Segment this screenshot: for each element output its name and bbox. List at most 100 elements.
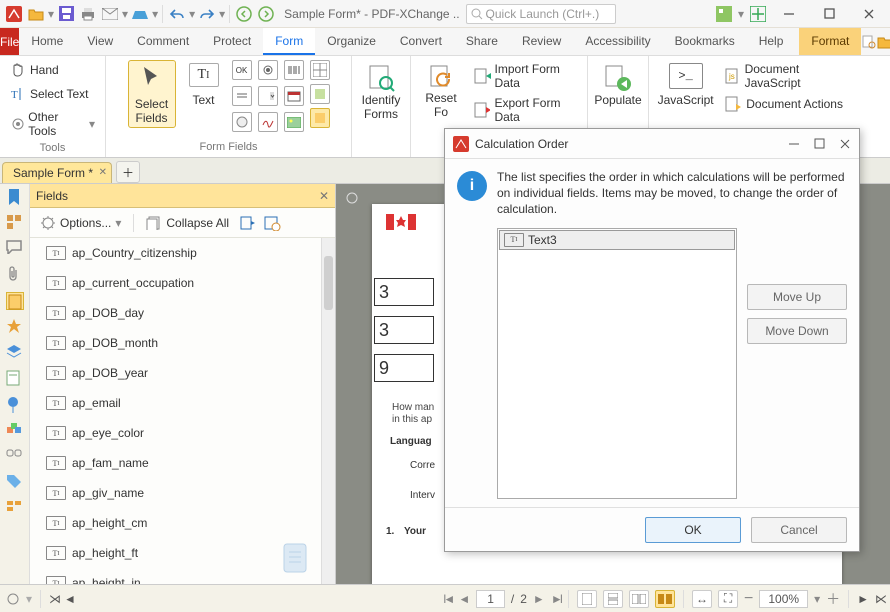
move-up-button[interactable]: Move Up xyxy=(747,284,847,310)
button-field-icon[interactable] xyxy=(232,112,252,132)
comments-panel-icon[interactable] xyxy=(6,240,24,258)
close-button[interactable] xyxy=(852,2,886,26)
list-item[interactable]: TIap_height_cm xyxy=(30,508,335,538)
minimize-button[interactable] xyxy=(772,2,806,26)
3d-panel-icon[interactable] xyxy=(6,422,24,440)
minimize-button[interactable] xyxy=(788,138,800,150)
radio-field-icon[interactable] xyxy=(258,60,278,80)
fit-page-icon[interactable]: ⛶ xyxy=(718,590,738,608)
export-form-data[interactable]: Export Form Data xyxy=(469,94,581,126)
list-item[interactable]: TIap_DOB_year xyxy=(30,358,335,388)
tab-form[interactable]: Form xyxy=(263,28,315,55)
dropdown-field-icon[interactable] xyxy=(258,86,278,106)
text-field-button[interactable]: TI Text xyxy=(180,60,228,110)
close-button[interactable] xyxy=(839,138,851,150)
tags-panel-icon[interactable] xyxy=(6,474,24,492)
file-tab[interactable]: File xyxy=(0,28,19,55)
new-tab-button[interactable]: ＋ xyxy=(116,161,140,183)
content-panel-icon[interactable] xyxy=(6,370,24,388)
date-field-icon[interactable] xyxy=(284,86,304,106)
other-tools[interactable]: Other Tools▾ xyxy=(6,108,99,140)
tab-home[interactable]: Home xyxy=(19,28,75,55)
redo-icon[interactable] xyxy=(197,4,217,24)
status-last-icon[interactable]: ⋉ xyxy=(875,592,884,606)
tab-review[interactable]: Review xyxy=(510,28,573,55)
maximize-button[interactable] xyxy=(814,138,825,150)
status-first-icon[interactable]: ⋊ xyxy=(49,592,58,606)
maximize-button[interactable] xyxy=(812,2,846,26)
import-form-data[interactable]: Import Form Data xyxy=(469,60,581,92)
calc-order-list[interactable]: TI Text3 xyxy=(497,228,737,499)
close-icon[interactable]: ✕ xyxy=(319,189,329,203)
options-icon[interactable] xyxy=(344,190,360,206)
list-item[interactable]: TIap_current_occupation xyxy=(30,268,335,298)
scrollbar[interactable] xyxy=(321,238,335,584)
undo-icon[interactable] xyxy=(167,4,187,24)
highlight-fields-icon[interactable] xyxy=(310,84,330,104)
zoom-out-icon[interactable]: − xyxy=(744,590,753,608)
ok-button[interactable]: OK xyxy=(645,517,741,543)
layout-twocont-icon[interactable] xyxy=(655,590,675,608)
list-field-icon[interactable] xyxy=(232,86,252,106)
document-tab[interactable]: Sample Form * ✕ xyxy=(2,162,112,183)
fields-panel-icon[interactable] xyxy=(6,292,24,310)
layout-single-icon[interactable] xyxy=(577,590,597,608)
layout-cont-icon[interactable] xyxy=(603,590,623,608)
cancel-button[interactable]: Cancel xyxy=(751,517,847,543)
close-icon[interactable]: ✕ xyxy=(99,167,107,178)
tab-comment[interactable]: Comment xyxy=(125,28,201,55)
form-value-2[interactable]: 3 xyxy=(374,316,434,344)
collapse-all[interactable]: Collapse All xyxy=(142,214,233,232)
page-first-icon[interactable]: I◄ xyxy=(443,592,452,606)
links-panel-icon[interactable] xyxy=(6,448,24,466)
image-field-icon[interactable] xyxy=(284,112,304,132)
attachments-panel-icon[interactable] xyxy=(6,266,24,284)
layout-two-icon[interactable] xyxy=(629,590,649,608)
list-item[interactable]: TIap_giv_name xyxy=(30,478,335,508)
checkbox-field-icon[interactable]: OK xyxy=(232,60,252,80)
list-item[interactable]: TIap_email xyxy=(30,388,335,418)
grid-settings-icon[interactable] xyxy=(310,60,330,80)
page-current[interactable]: 1 xyxy=(476,590,505,608)
barcode-field-icon[interactable] xyxy=(284,60,304,80)
print-icon[interactable] xyxy=(78,4,98,24)
options-icon[interactable] xyxy=(6,592,20,606)
find-icon[interactable] xyxy=(861,28,877,55)
fields-tool-2[interactable] xyxy=(263,215,281,231)
move-down-button[interactable]: Move Down xyxy=(747,318,847,344)
list-item[interactable]: TIap_DOB_month xyxy=(30,328,335,358)
layers-panel-icon[interactable] xyxy=(6,344,24,362)
more-panel-icon[interactable] xyxy=(6,500,24,518)
mail-icon[interactable] xyxy=(100,4,120,24)
destinations-panel-icon[interactable] xyxy=(6,396,24,414)
reset-form-button[interactable]: ResetFo xyxy=(417,60,465,122)
document-javascript[interactable]: jsDocument JavaScript xyxy=(720,60,852,92)
status-prev-icon[interactable]: ◄ xyxy=(64,592,76,606)
page-next-icon[interactable]: ► xyxy=(533,592,545,606)
select-text-tool[interactable]: TSelect Text xyxy=(6,84,92,104)
list-item[interactable]: TIap_eye_color xyxy=(30,418,335,448)
tab-view[interactable]: View xyxy=(75,28,125,55)
tab-bookmarks[interactable]: Bookmarks xyxy=(663,28,747,55)
search-folder-icon[interactable] xyxy=(877,28,890,55)
tab-accessibility[interactable]: Accessibility xyxy=(573,28,662,55)
save-icon[interactable] xyxy=(56,4,76,24)
tab-organize[interactable]: Organize xyxy=(315,28,388,55)
tab-share[interactable]: Share xyxy=(454,28,510,55)
fields-tool-1[interactable] xyxy=(239,215,257,231)
signatures-panel-icon[interactable] xyxy=(6,318,24,336)
form-value-3[interactable]: 9 xyxy=(374,354,434,382)
tab-format[interactable]: Format xyxy=(799,28,861,55)
list-item[interactable]: TIap_DOB_day xyxy=(30,298,335,328)
identify-forms-button[interactable]: IdentifyForms xyxy=(352,56,410,157)
list-item[interactable]: TIap_fam_name xyxy=(30,448,335,478)
fit-width-icon[interactable]: ↔ xyxy=(692,590,712,608)
thumbnails-panel-icon[interactable] xyxy=(6,214,24,232)
form-value-1[interactable]: 3 xyxy=(374,278,434,306)
ext-icon-2[interactable] xyxy=(750,6,766,22)
scan-icon[interactable] xyxy=(130,4,150,24)
select-fields-button[interactable]: Select Fields xyxy=(128,60,176,128)
signature-field-icon[interactable] xyxy=(258,112,278,132)
fields-options[interactable]: Options...▾ xyxy=(36,213,125,233)
status-next-icon[interactable]: ► xyxy=(857,592,869,606)
